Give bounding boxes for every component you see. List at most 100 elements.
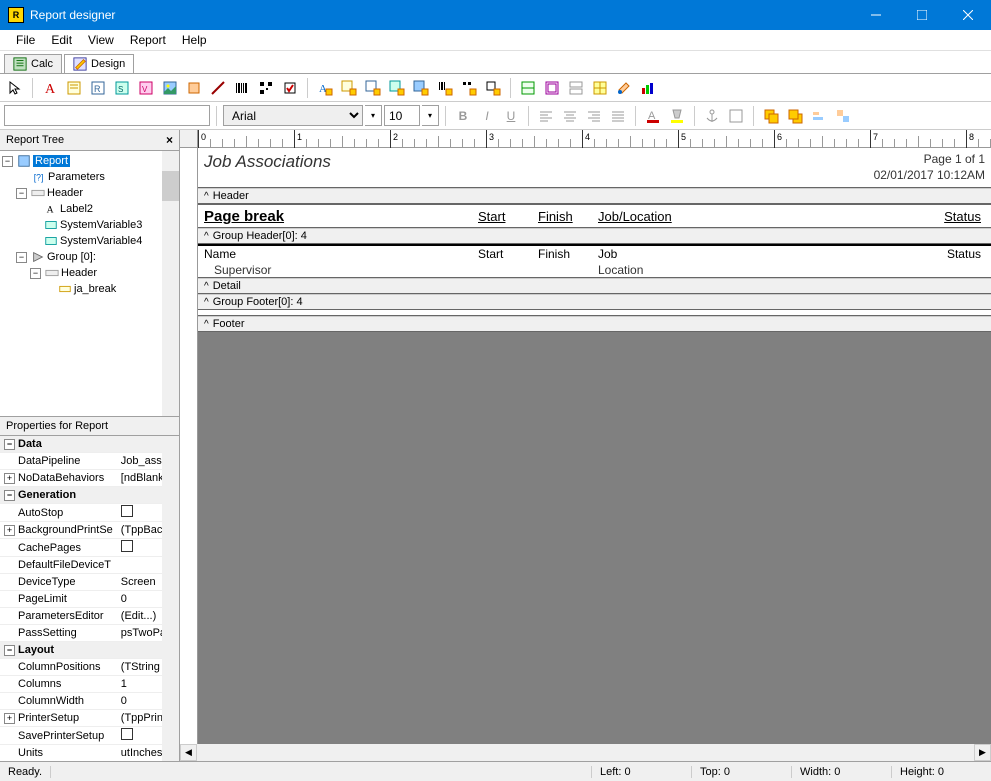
underline-button[interactable]: U <box>500 105 522 127</box>
cat-data[interactable]: Data <box>18 438 42 450</box>
pagebreak-tool[interactable] <box>565 77 587 99</box>
start-field[interactable]: Start <box>478 247 503 261</box>
italic-button[interactable]: I <box>476 105 498 127</box>
tree-group-header[interactable]: Header <box>61 267 97 279</box>
prop-name[interactable]: ParametersEditor <box>0 608 117 625</box>
status-field[interactable]: Status <box>947 247 981 261</box>
cat-layout[interactable]: Layout <box>18 644 54 656</box>
scroll-left-icon[interactable]: ◀ <box>180 744 197 761</box>
prop-name[interactable]: PassSetting <box>0 625 117 642</box>
paint-tool[interactable] <box>613 77 635 99</box>
vertical-ruler[interactable] <box>180 148 198 744</box>
barcode2d-tool[interactable] <box>255 77 277 99</box>
band-footer-label[interactable]: ^Footer <box>198 316 991 332</box>
pointer-tool[interactable] <box>4 77 26 99</box>
status-header[interactable]: Status <box>944 209 981 224</box>
band-group-header-label[interactable]: ^Group Header[0]: 4 <box>198 228 991 244</box>
horizontal-ruler[interactable]: 012345678 <box>198 130 991 148</box>
minimize-button[interactable] <box>853 0 899 30</box>
prop-name[interactable]: SavePrinterSetup <box>0 727 117 745</box>
barcode-tool[interactable] <box>231 77 253 99</box>
tree-sysvar4[interactable]: SystemVariable4 <box>60 235 142 247</box>
prop-name[interactable]: ColumnWidth <box>0 693 117 710</box>
memo-tool[interactable] <box>63 77 85 99</box>
start-header[interactable]: Start <box>478 209 505 224</box>
region-tool[interactable] <box>517 77 539 99</box>
prop-name[interactable]: PrinterSetup <box>18 712 79 724</box>
checkbox-icon[interactable] <box>121 505 133 517</box>
prop-name[interactable]: Units <box>0 745 117 761</box>
object-selector[interactable] <box>4 105 210 126</box>
prop-name[interactable]: DeviceType <box>0 574 117 591</box>
props-scrollbar[interactable] <box>162 436 179 761</box>
prop-name[interactable]: CachePages <box>0 539 117 557</box>
maximize-button[interactable] <box>899 0 945 30</box>
align-left-button[interactable] <box>535 105 557 127</box>
tree-ja-break[interactable]: ja_break <box>74 283 116 295</box>
prop-name[interactable]: AutoStop <box>0 504 117 522</box>
dbtext-tool[interactable]: A <box>314 77 336 99</box>
close-tree-icon[interactable]: × <box>166 133 173 147</box>
menu-view[interactable]: View <box>80 31 122 49</box>
report-surface[interactable]: Job Associations Page 1 of 1 02/01/2017 … <box>198 148 991 744</box>
prop-name[interactable]: NoDataBehaviors <box>18 472 104 484</box>
align-justify-button[interactable] <box>607 105 629 127</box>
prop-name[interactable]: ColumnPositions <box>0 659 117 676</box>
dbcheckbox-tool[interactable] <box>482 77 504 99</box>
job-location-header[interactable]: Job/Location <box>598 209 672 224</box>
band-group-footer-label[interactable]: ^Group Footer[0]: 4 <box>198 294 991 310</box>
chart-tool[interactable] <box>637 77 659 99</box>
tree-header[interactable]: Header <box>47 187 83 199</box>
cat-generation[interactable]: Generation <box>18 489 76 501</box>
tree-label2[interactable]: Label2 <box>60 203 93 215</box>
checkbox-icon[interactable] <box>121 540 133 552</box>
prop-name[interactable]: DataPipeline <box>0 453 117 470</box>
tree-group0[interactable]: Group [0]: <box>47 251 96 263</box>
bold-button[interactable]: B <box>452 105 474 127</box>
properties-grid[interactable]: −Data DataPipelineJob_ass +NoDataBehavio… <box>0 436 170 761</box>
size-dropdown-icon[interactable]: ▾ <box>422 105 439 126</box>
name-field[interactable]: Name <box>204 247 236 261</box>
dbmemo-tool[interactable] <box>338 77 360 99</box>
checkbox-icon[interactable] <box>121 728 133 740</box>
dbimage-tool[interactable] <box>410 77 432 99</box>
border-button[interactable] <box>725 105 747 127</box>
size-objects-button[interactable] <box>832 105 854 127</box>
anchor-button[interactable] <box>701 105 723 127</box>
dbbarcode-tool[interactable] <box>434 77 456 99</box>
prop-name[interactable]: BackgroundPrintSe <box>18 524 113 536</box>
close-button[interactable] <box>945 0 991 30</box>
bring-front-button[interactable] <box>760 105 782 127</box>
highlight-button[interactable] <box>666 105 688 127</box>
dbcalc-tool[interactable] <box>386 77 408 99</box>
menu-help[interactable]: Help <box>174 31 215 49</box>
menu-file[interactable]: File <box>8 31 43 49</box>
image-tool[interactable] <box>159 77 181 99</box>
tree-report[interactable]: Report <box>33 155 70 167</box>
menu-edit[interactable]: Edit <box>43 31 80 49</box>
shape-tool[interactable] <box>183 77 205 99</box>
tree-parameters[interactable]: Parameters <box>48 171 105 183</box>
font-dropdown-icon[interactable]: ▾ <box>365 105 382 126</box>
variable-tool[interactable]: V <box>135 77 157 99</box>
dbrichtext-tool[interactable] <box>362 77 384 99</box>
page-info-label[interactable]: Page 1 of 1 <box>924 152 985 166</box>
align-right-button[interactable] <box>583 105 605 127</box>
band-detail-label[interactable]: ^Detail <box>198 278 991 294</box>
page-break-label[interactable]: Page break <box>204 208 284 225</box>
prop-name[interactable]: DefaultFileDeviceT <box>0 557 117 574</box>
tab-calc[interactable]: Calc <box>4 54 62 73</box>
align-objects-button[interactable] <box>808 105 830 127</box>
band-header-label[interactable]: ^Header <box>198 188 991 204</box>
prop-name[interactable]: PageLimit <box>0 591 117 608</box>
location-field[interactable]: Location <box>598 263 643 277</box>
prop-name[interactable]: Columns <box>0 676 117 693</box>
tab-design[interactable]: Design <box>64 54 134 73</box>
horizontal-scrollbar[interactable]: ◀ ▶ <box>180 744 991 761</box>
subreport-tool[interactable] <box>541 77 563 99</box>
report-title-label[interactable]: Job Associations <box>204 152 331 172</box>
tree-scrollbar[interactable] <box>162 151 179 416</box>
richtext-tool[interactable]: R <box>87 77 109 99</box>
tree-sysvar3[interactable]: SystemVariable3 <box>60 219 142 231</box>
job-field[interactable]: Job <box>598 247 617 261</box>
